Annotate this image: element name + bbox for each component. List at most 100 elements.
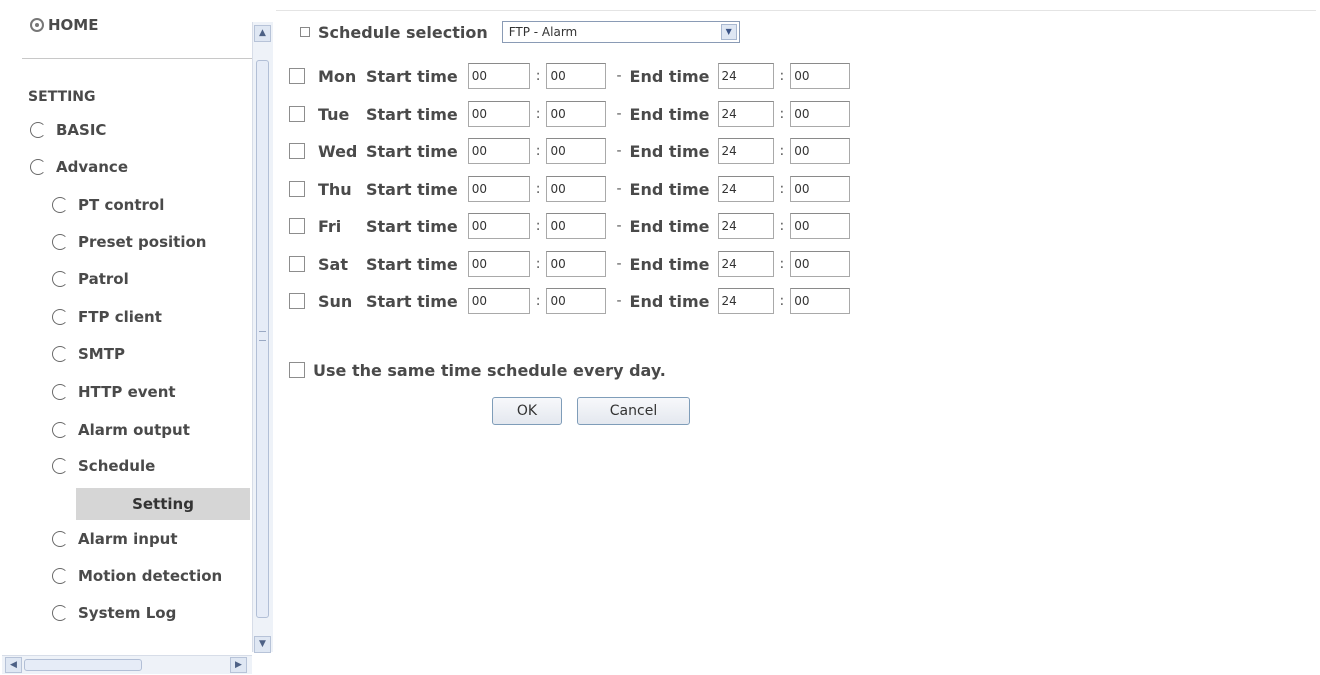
sidebar-item-label: Alarm input	[78, 530, 178, 548]
start-minute-input[interactable]	[546, 213, 607, 239]
end-hour-input[interactable]	[717, 251, 774, 277]
sidebar-nav: HOME SETTING BASIC Advance PT control Pr…	[0, 0, 252, 640]
end-hour-input[interactable]	[717, 138, 774, 164]
expand-arrow-icon	[52, 309, 68, 325]
sidebar-divider	[22, 58, 252, 59]
ok-button[interactable]: OK	[492, 397, 562, 425]
end-minute-input[interactable]	[790, 251, 851, 277]
same-schedule-checkbox[interactable]	[289, 362, 305, 378]
scroll-up-icon[interactable]: ▲	[254, 25, 271, 42]
time-colon: :	[779, 68, 785, 84]
sidebar-item-label: Motion detection	[78, 567, 223, 585]
end-hour-input[interactable]	[717, 101, 774, 127]
time-colon: :	[779, 293, 785, 309]
expand-arrow-icon	[52, 234, 68, 250]
vertical-scroll-thumb[interactable]	[256, 60, 269, 618]
sidebar-item-label: HTTP event	[78, 383, 176, 401]
day-checkbox[interactable]	[289, 293, 305, 309]
home-link[interactable]: HOME	[30, 16, 98, 34]
sidebar-item-motion-detection[interactable]: Motion detection	[52, 567, 222, 585]
day-row-tue: Tue Start time: -End time:	[289, 100, 851, 128]
day-row-sun: Sun Start time: -End time:	[289, 287, 851, 315]
scroll-right-icon[interactable]: ▶	[230, 657, 247, 673]
start-hour-input[interactable]	[467, 138, 530, 164]
start-hour-input[interactable]	[467, 213, 530, 239]
day-checkbox[interactable]	[289, 143, 305, 159]
sidebar-item-system-log[interactable]: System Log	[52, 604, 176, 622]
day-row-fri: Fri Start time: -End time:	[289, 212, 851, 240]
sidebar-item-patrol[interactable]: Patrol	[52, 270, 129, 288]
scroll-down-icon[interactable]: ▼	[254, 636, 271, 653]
start-minute-input[interactable]	[546, 251, 607, 277]
time-colon: :	[779, 181, 785, 197]
day-row-mon: Mon Start time: -End time:	[289, 62, 851, 90]
top-divider	[276, 10, 1316, 11]
start-hour-input[interactable]	[467, 101, 530, 127]
sidebar-item-setting[interactable]: Setting	[76, 488, 250, 520]
start-hour-input[interactable]	[467, 288, 530, 314]
chevron-down-icon: ▼	[720, 24, 737, 40]
time-dash: -	[616, 68, 622, 84]
end-time-label: End time	[629, 216, 710, 236]
start-minute-input[interactable]	[546, 138, 607, 164]
sidebar-item-advance[interactable]: Advance	[30, 158, 128, 176]
expand-arrow-icon	[52, 531, 68, 547]
sidebar-item-schedule[interactable]: Schedule	[52, 457, 155, 475]
end-hour-input[interactable]	[717, 176, 774, 202]
sidebar-item-alarm-output[interactable]: Alarm output	[52, 421, 190, 439]
start-time-label: Start time	[366, 179, 458, 199]
day-checkbox[interactable]	[289, 106, 305, 122]
schedule-select[interactable]: FTP - Alarm ▼	[501, 21, 740, 43]
day-checkbox[interactable]	[289, 68, 305, 84]
home-label: HOME	[48, 16, 99, 34]
expand-arrow-icon	[52, 346, 68, 362]
schedule-select-value: FTP - Alarm	[508, 25, 578, 39]
start-hour-input[interactable]	[467, 176, 530, 202]
day-checkbox[interactable]	[289, 181, 305, 197]
sidebar-item-http-event[interactable]: HTTP event	[52, 383, 176, 401]
sidebar-item-ftp-client[interactable]: FTP client	[52, 308, 162, 326]
end-minute-input[interactable]	[790, 138, 851, 164]
day-label: Wed	[318, 141, 358, 161]
end-minute-input[interactable]	[790, 101, 851, 127]
scroll-left-icon[interactable]: ◀	[5, 657, 22, 673]
sidebar-item-preset-position[interactable]: Preset position	[52, 233, 206, 251]
start-hour-input[interactable]	[467, 63, 530, 89]
sidebar-item-label: Patrol	[78, 270, 129, 288]
day-checkbox[interactable]	[289, 218, 305, 234]
start-minute-input[interactable]	[546, 63, 607, 89]
start-minute-input[interactable]	[546, 288, 607, 314]
end-minute-input[interactable]	[790, 63, 851, 89]
time-colon: :	[779, 143, 785, 159]
end-minute-input[interactable]	[790, 176, 851, 202]
start-minute-input[interactable]	[546, 101, 607, 127]
cancel-button[interactable]: Cancel	[577, 397, 690, 425]
horizontal-scrollbar[interactable]: ◀ ▶	[2, 655, 252, 674]
time-colon: :	[535, 218, 541, 234]
horizontal-scroll-thumb[interactable]	[24, 659, 142, 671]
day-row-sat: Sat Start time: -End time:	[289, 250, 851, 278]
start-time-label: Start time	[366, 216, 458, 236]
end-time-label: End time	[629, 66, 710, 86]
sidebar-item-pt-control[interactable]: PT control	[52, 196, 164, 214]
time-colon: :	[779, 106, 785, 122]
end-minute-input[interactable]	[790, 288, 851, 314]
end-time-label: End time	[629, 104, 710, 124]
time-colon: :	[779, 218, 785, 234]
expand-arrow-icon	[52, 568, 68, 584]
sidebar-item-alarm-input[interactable]: Alarm input	[52, 530, 178, 548]
vertical-scrollbar[interactable]: ▲ ▼	[252, 22, 273, 653]
start-minute-input[interactable]	[546, 176, 607, 202]
sidebar-item-basic[interactable]: BASIC	[30, 121, 106, 139]
end-minute-input[interactable]	[790, 213, 851, 239]
sidebar-item-smtp[interactable]: SMTP	[52, 345, 125, 363]
end-hour-input[interactable]	[717, 63, 774, 89]
end-hour-input[interactable]	[717, 288, 774, 314]
time-colon: :	[535, 256, 541, 272]
start-time-label: Start time	[366, 254, 458, 274]
schedule-selection-checkbox[interactable]	[300, 27, 310, 37]
start-hour-input[interactable]	[467, 251, 530, 277]
end-hour-input[interactable]	[717, 213, 774, 239]
day-checkbox[interactable]	[289, 256, 305, 272]
expand-arrow-icon	[52, 271, 68, 287]
